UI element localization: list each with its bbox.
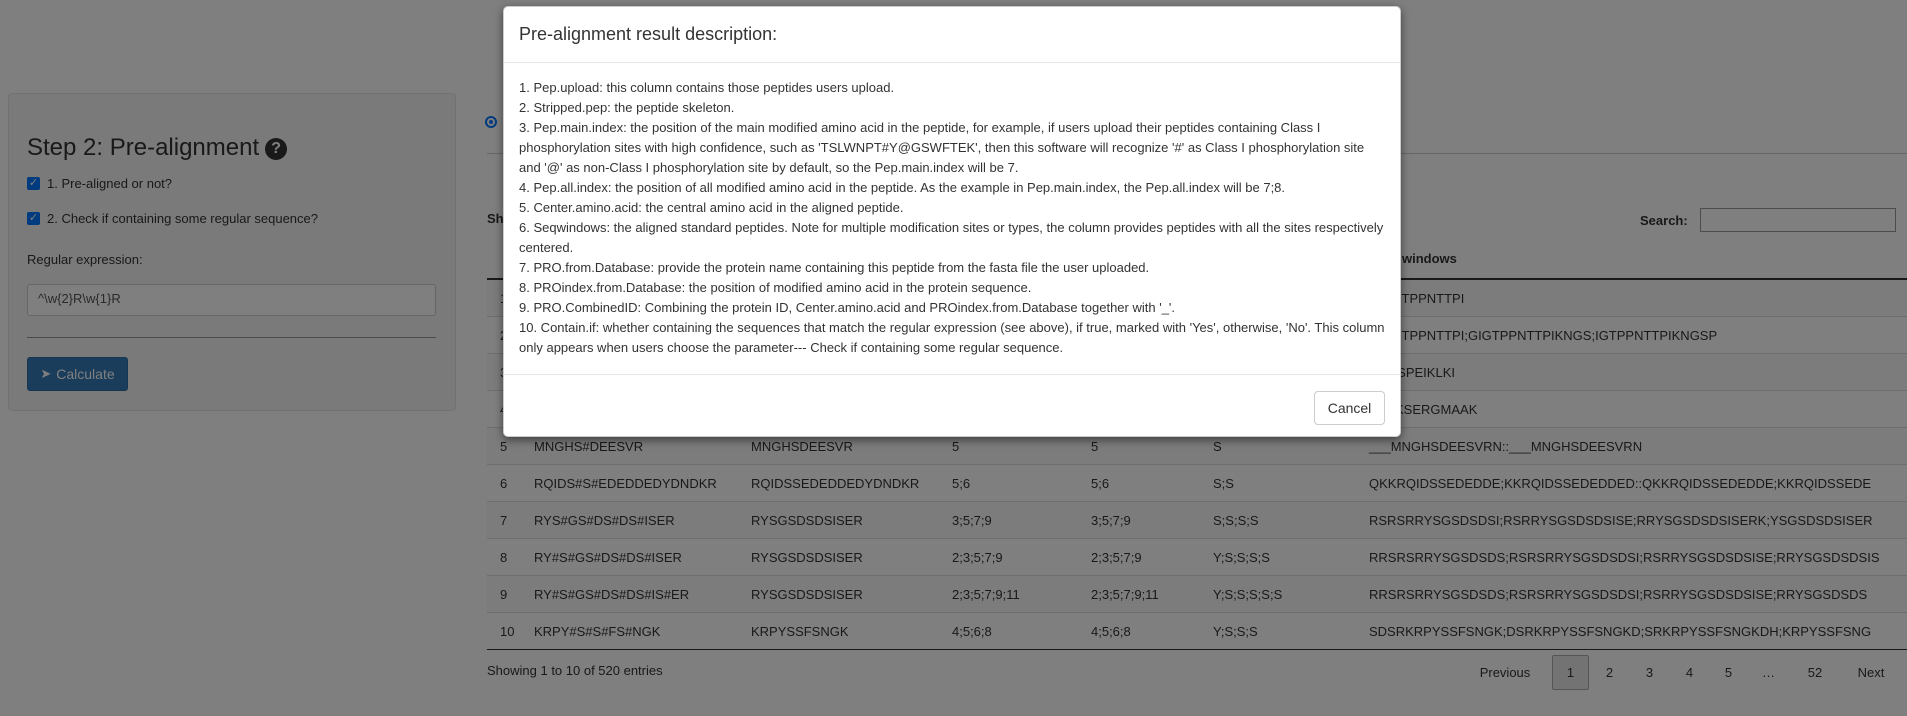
modal-header: Pre-alignment result description: <box>504 7 1400 63</box>
description-item: 1. Pep.upload: this column contains thos… <box>519 80 895 95</box>
description-item: 8. PROindex.from.Database: the position … <box>519 280 1032 295</box>
description-item: 10. Contain.if: whether containing the s… <box>519 320 1385 355</box>
description-modal: Pre-alignment result description: 1. Pep… <box>503 6 1401 437</box>
description-item: 9. PRO.CombinedID: Combining the protein… <box>519 300 1176 315</box>
description-item: 3. Pep.main.index: the position of the m… <box>519 120 1365 175</box>
description-item: 7. PRO.from.Database: provide the protei… <box>519 260 1150 275</box>
cancel-button[interactable]: Cancel <box>1314 391 1385 425</box>
description-item: 6. Seqwindows: the aligned standard pept… <box>519 220 1384 255</box>
modal-footer: Cancel <box>504 375 1400 437</box>
modal-title: Pre-alignment result description: <box>519 24 778 44</box>
description-item: 4. Pep.all.index: the position of all mo… <box>519 180 1286 195</box>
modal-body: 1. Pep.upload: this column contains thos… <box>504 63 1400 375</box>
description-item: 2. Stripped.pep: the peptide skeleton. <box>519 100 735 115</box>
description-item: 5. Center.amino.acid: the central amino … <box>519 200 904 215</box>
